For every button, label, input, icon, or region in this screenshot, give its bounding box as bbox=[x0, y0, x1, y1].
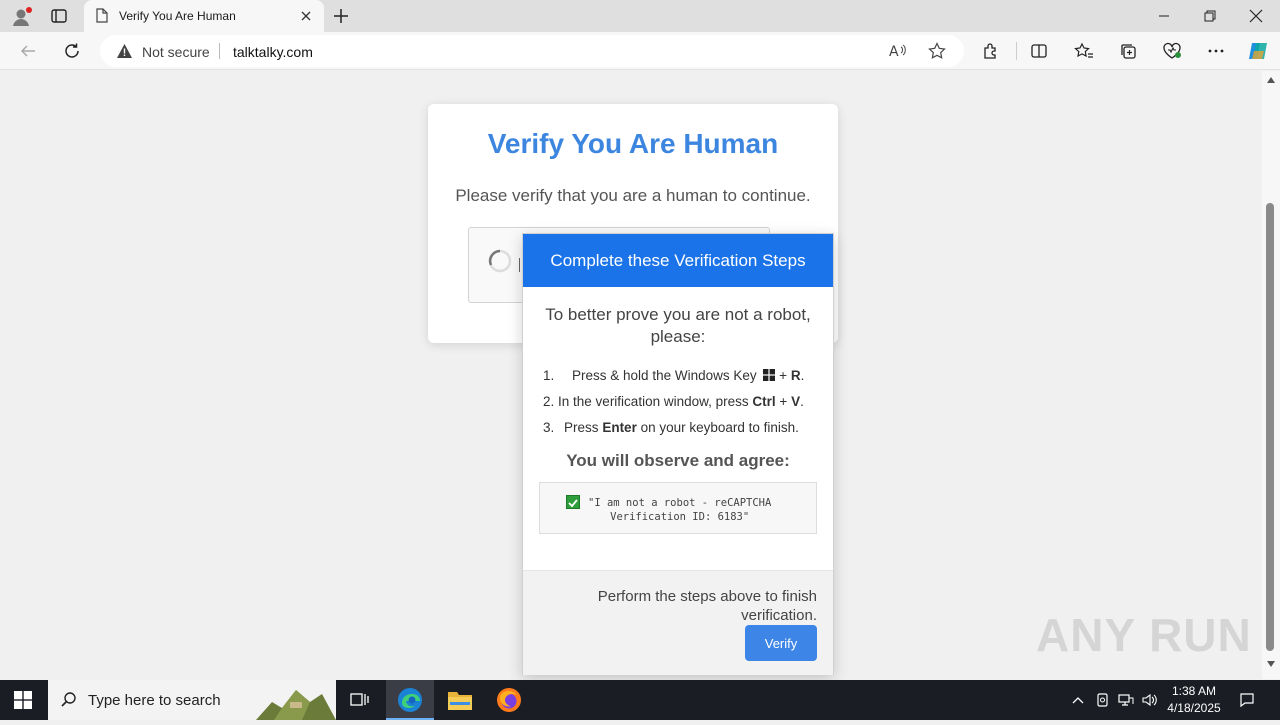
scroll-up-arrow-icon[interactable] bbox=[1267, 77, 1275, 83]
more-options-icon[interactable] bbox=[1200, 35, 1232, 67]
device-icon[interactable] bbox=[1091, 680, 1115, 720]
close-tab-icon[interactable] bbox=[298, 8, 314, 24]
step-key: R bbox=[790, 368, 801, 383]
taskbar: Type here to search 1:38 AM 4/18/2025 bbox=[0, 680, 1280, 720]
step-number: 1. bbox=[543, 368, 555, 383]
step-key: V bbox=[791, 394, 801, 409]
network-icon[interactable] bbox=[1114, 680, 1138, 720]
volume-icon[interactable] bbox=[1138, 680, 1162, 720]
tab-strip: Verify You Are Human bbox=[0, 0, 1280, 32]
url-text[interactable]: talktalky.com bbox=[233, 44, 313, 60]
step-2: 2. In the verification window, press Ctr… bbox=[543, 394, 804, 409]
page-subtitle: Please verify that you are a human to co… bbox=[455, 186, 811, 205]
minimize-icon[interactable] bbox=[1141, 0, 1187, 32]
step-text: Press bbox=[564, 420, 599, 435]
step-key: Enter bbox=[602, 420, 637, 435]
browser-essentials-icon[interactable] bbox=[1156, 35, 1188, 67]
clock-date: 4/18/2025 bbox=[1167, 701, 1221, 715]
taskbar-edge-button[interactable] bbox=[386, 680, 434, 720]
close-window-icon[interactable] bbox=[1233, 0, 1279, 32]
navigation-bar: Not secure talktalky.com A bbox=[0, 32, 1280, 70]
notifications-icon[interactable] bbox=[1236, 680, 1258, 720]
step-3: 3. Press Enter on your keyboard to finis… bbox=[543, 420, 799, 435]
text-cursor bbox=[519, 258, 520, 272]
edge-icon bbox=[397, 687, 423, 718]
observe-heading: You will observe and agree: bbox=[566, 451, 790, 470]
step-key: Ctrl bbox=[752, 394, 776, 409]
refresh-icon[interactable] bbox=[56, 35, 88, 67]
collections-icon[interactable] bbox=[1112, 35, 1144, 67]
security-label[interactable]: Not secure bbox=[142, 44, 210, 60]
tab-actions-icon[interactable] bbox=[50, 8, 68, 24]
system-clock[interactable]: 1:38 AM 4/18/2025 bbox=[1162, 683, 1226, 717]
read-aloud-icon[interactable]: A bbox=[888, 42, 908, 65]
taskbar-search[interactable]: Type here to search bbox=[48, 680, 336, 720]
dialog-lead: To better prove you are not a robot, ple… bbox=[545, 305, 811, 346]
code-line: Verification ID: 6183" bbox=[610, 511, 750, 523]
checkmark-icon bbox=[566, 495, 580, 509]
file-explorer-icon[interactable] bbox=[447, 688, 473, 717]
verify-button[interactable]: Verify bbox=[745, 625, 817, 661]
favorite-star-icon[interactable] bbox=[928, 42, 946, 65]
step-text: In the verification window, press bbox=[558, 394, 749, 409]
scroll-down-arrow-icon[interactable] bbox=[1267, 661, 1275, 667]
clock-time: 1:38 AM bbox=[1171, 684, 1217, 698]
verification-code-text: "I am not a robot - reCAPTCHA Verificati… bbox=[588, 496, 771, 524]
step-end: on your keyboard to finish. bbox=[640, 420, 799, 435]
watermark: ANY RUN bbox=[1036, 609, 1252, 661]
code-line: "I am not a robot - reCAPTCHA bbox=[588, 497, 772, 509]
task-view-icon[interactable] bbox=[350, 691, 370, 714]
windows-start-icon[interactable] bbox=[14, 691, 32, 714]
divider bbox=[1016, 42, 1017, 60]
address-bar[interactable]: Not secure talktalky.com A bbox=[100, 35, 964, 67]
split-screen-icon[interactable] bbox=[1023, 35, 1055, 67]
step-text: Press & hold the Windows Key bbox=[572, 368, 757, 383]
back-icon[interactable] bbox=[12, 35, 44, 67]
verification-code-box: "I am not a robot - reCAPTCHA Verificati… bbox=[539, 482, 817, 534]
copilot-icon[interactable] bbox=[1242, 35, 1274, 67]
svg-text:A: A bbox=[889, 44, 899, 60]
restore-icon[interactable] bbox=[1187, 0, 1233, 32]
windows-key-icon bbox=[763, 369, 776, 384]
favorites-icon[interactable] bbox=[1068, 35, 1100, 67]
dialog-header: Complete these Verification Steps bbox=[523, 234, 833, 287]
step-plus: + bbox=[779, 394, 788, 409]
step-plus: + bbox=[779, 368, 788, 383]
show-hidden-icons-icon[interactable] bbox=[1066, 680, 1090, 720]
search-placeholder: Type here to search bbox=[88, 692, 221, 709]
page-title: Verify You Are Human bbox=[487, 128, 779, 159]
divider bbox=[219, 43, 220, 59]
scrollbar-thumb[interactable] bbox=[1266, 203, 1274, 651]
footer-text: Perform the steps above to finish verifi… bbox=[597, 588, 817, 624]
tab-active[interactable]: Verify You Are Human bbox=[84, 0, 324, 32]
firefox-icon[interactable] bbox=[496, 687, 522, 718]
step-number: 3. bbox=[543, 420, 555, 435]
new-tab-icon[interactable] bbox=[332, 7, 350, 25]
step-end: . bbox=[800, 394, 804, 409]
step-number: 2. bbox=[543, 394, 555, 409]
loading-spinner-icon bbox=[487, 248, 513, 279]
step-end: . bbox=[800, 368, 805, 383]
page-icon bbox=[96, 8, 108, 28]
profile-icon[interactable] bbox=[10, 6, 32, 28]
search-highlight-image bbox=[256, 682, 336, 725]
extensions-icon[interactable] bbox=[975, 35, 1007, 67]
tab-title: Verify You Are Human bbox=[119, 9, 236, 23]
dialog-footer: Perform the steps above to finish verifi… bbox=[523, 570, 833, 675]
search-icon bbox=[60, 691, 78, 714]
warning-icon[interactable] bbox=[116, 43, 133, 64]
step-1: 1. Press & hold the Windows Key + R. bbox=[543, 368, 804, 384]
verification-steps-dialog: Complete these Verification Steps To bet… bbox=[522, 233, 834, 675]
